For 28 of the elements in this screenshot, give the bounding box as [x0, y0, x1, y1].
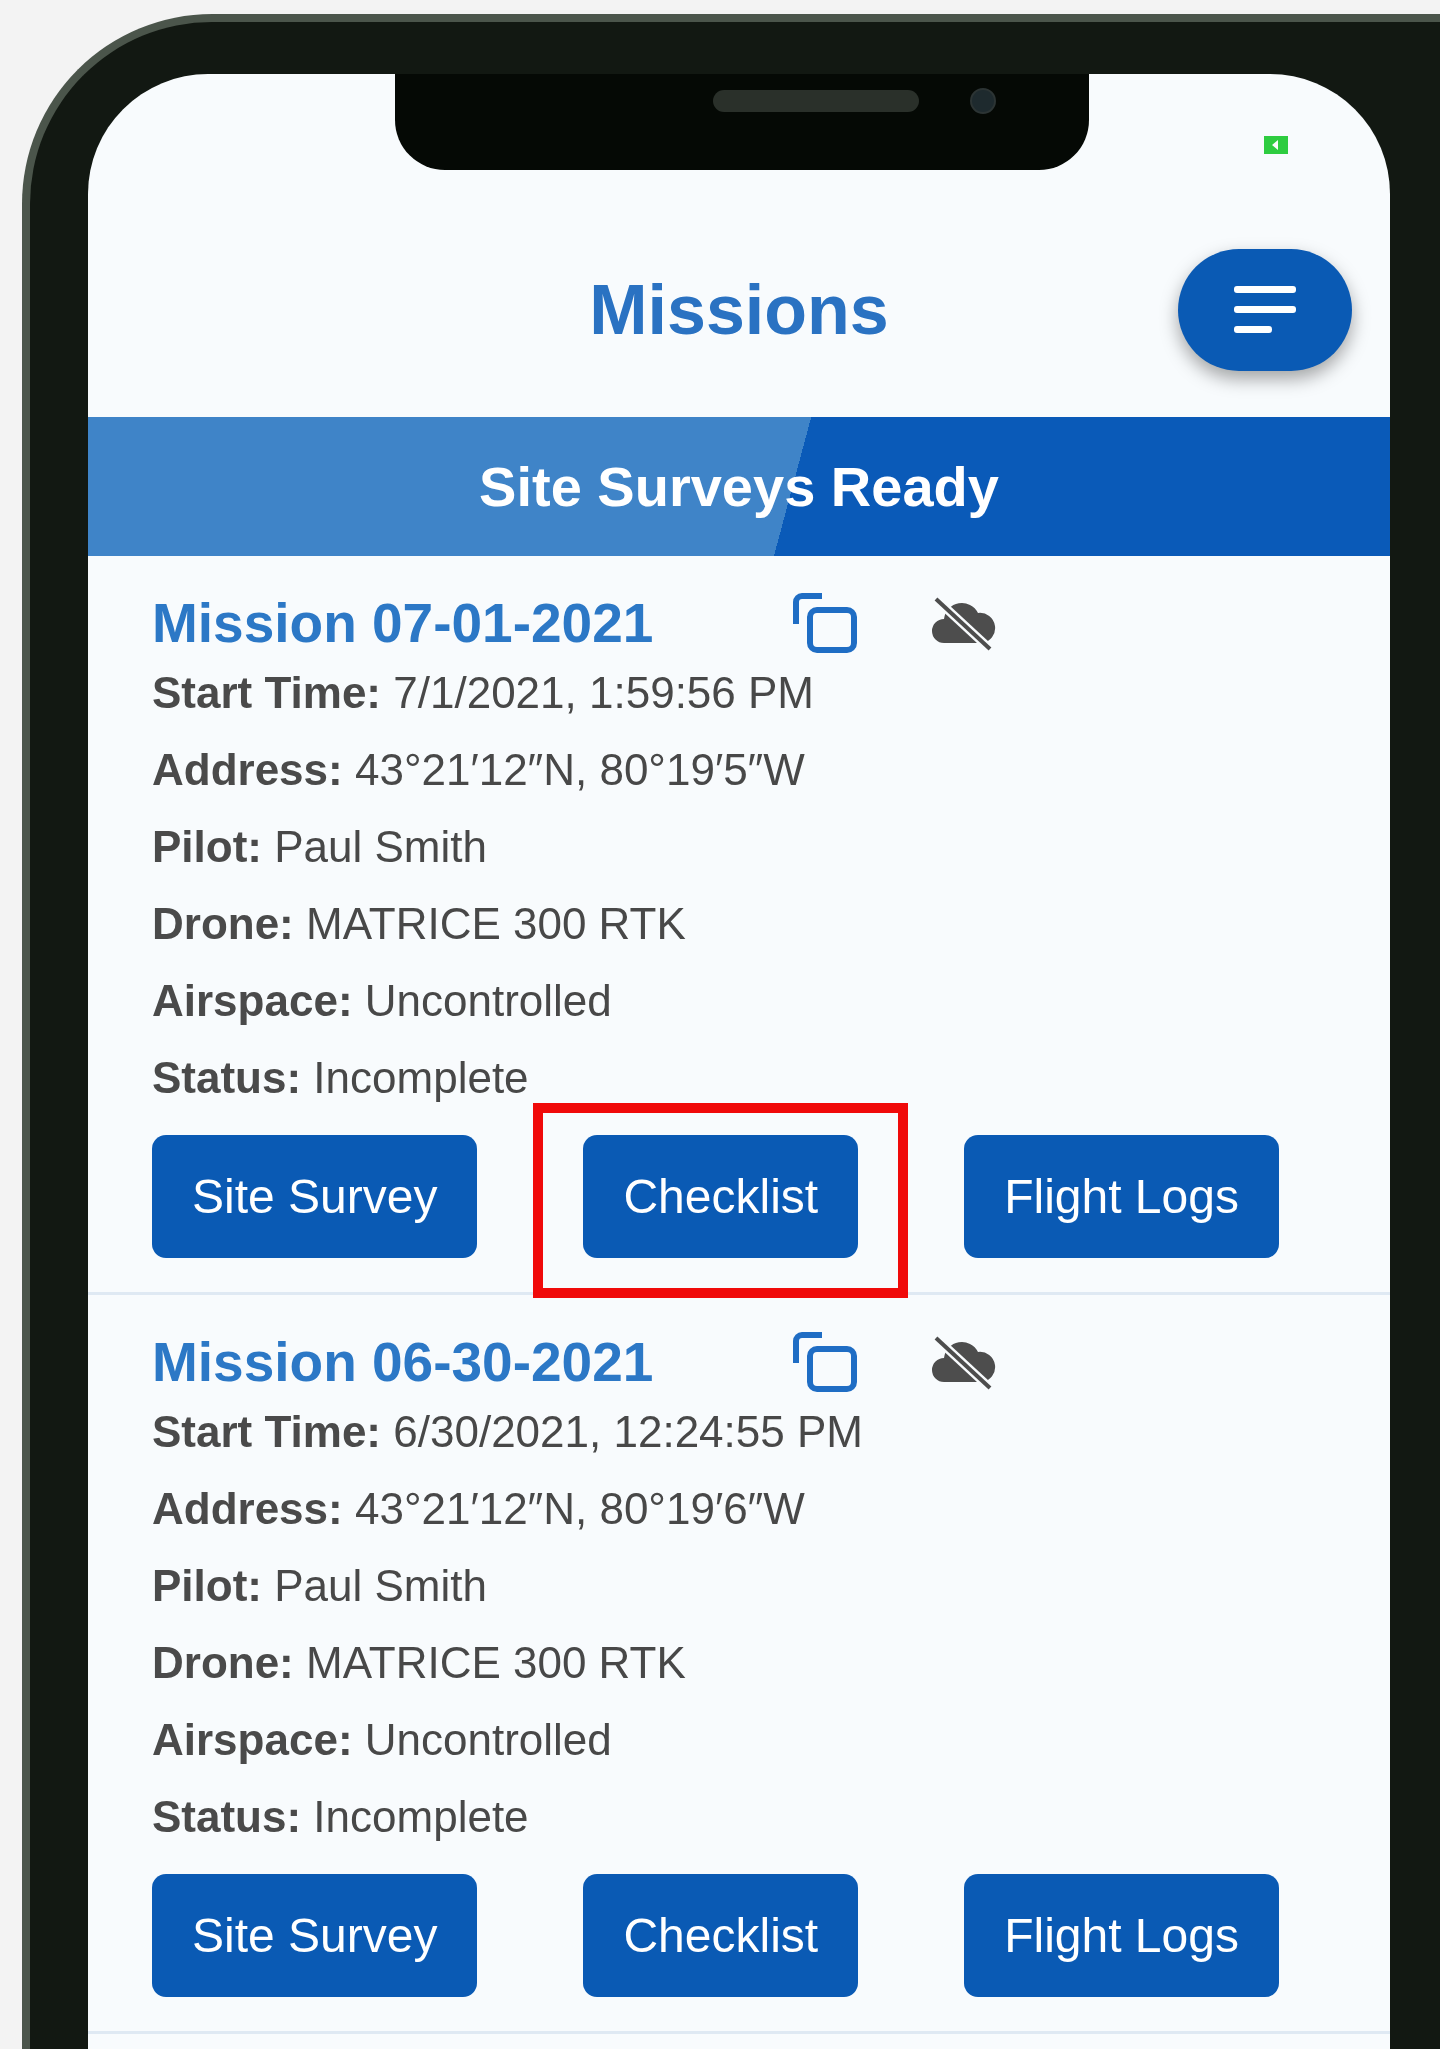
action-button[interactable]: Flight Logs: [964, 1135, 1279, 1258]
mission-detail: Airspace: Uncontrolled: [151, 975, 613, 1027]
copy-icon[interactable]: [792, 592, 858, 654]
mission-title[interactable]: Mission 07-01-2021: [152, 591, 792, 655]
mission-detail: Pilot: Paul Smith: [151, 821, 488, 873]
mission-detail: Drone: MATRICE 300 RTK: [151, 898, 687, 950]
mission-detail: Status: Incomplete: [151, 1791, 530, 1843]
page-title: Missions: [589, 269, 889, 350]
action-button[interactable]: Site Survey: [152, 1874, 478, 1997]
action-button[interactable]: Checklist: [583, 1135, 859, 1258]
copy-icon[interactable]: [792, 1331, 858, 1393]
mission-detail: Airspace: Uncontrolled: [151, 1714, 613, 1766]
camera-dot: [970, 88, 996, 114]
mission-detail: Status: Incomplete: [151, 1052, 530, 1104]
action-button[interactable]: Flight Logs: [964, 1874, 1279, 1997]
action-button[interactable]: Site Survey: [152, 1135, 478, 1258]
mission-detail: Start Time: 7/1/2021, 1:59:56 PM: [151, 667, 815, 719]
mission-detail: Start Time: 6/30/2021, 12:24:55 PM: [151, 1406, 864, 1458]
mission-detail: Drone: MATRICE 300 RTK: [151, 1637, 687, 1689]
battery-icon: [1264, 136, 1288, 154]
mission-detail: Address: 43°21′12″N, 80°19′6″W: [151, 1483, 806, 1535]
mission-title[interactable]: Mission 06-30-2021: [152, 1330, 792, 1394]
mission-detail: Address: 43°21′12″N, 80°19′5″W: [151, 744, 806, 796]
banner-title: Site Surveys Ready: [479, 454, 999, 519]
mission-detail: Pilot: Paul Smith: [151, 1560, 488, 1612]
menu-icon: [1234, 286, 1296, 334]
action-button[interactable]: Checklist: [583, 1874, 859, 1997]
menu-button[interactable]: [1178, 249, 1352, 371]
